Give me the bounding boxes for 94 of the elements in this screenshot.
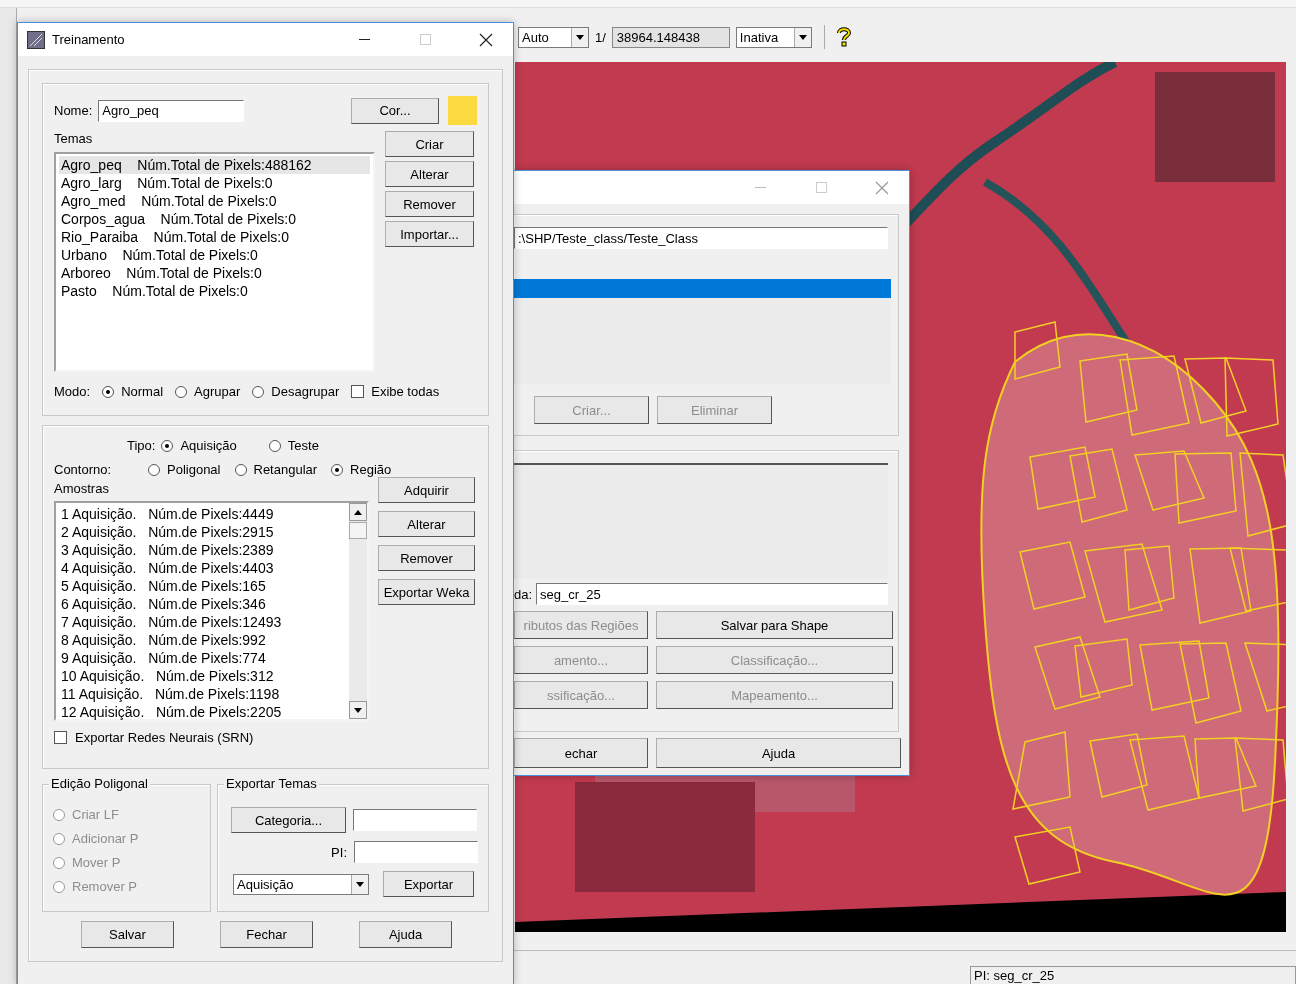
field-label: PI: <box>331 844 347 860</box>
list-item[interactable]: 11 Aquisição. Núm.de Pixels:1198 <box>59 685 344 703</box>
section-label: Amostras <box>54 481 110 496</box>
checkbox[interactable] <box>351 385 365 398</box>
radio-button[interactable] <box>161 439 174 452</box>
radio-label: Criar LF <box>72 807 119 822</box>
radio-label: Região <box>350 462 392 477</box>
radio-label: Mover P <box>72 855 121 870</box>
color-button[interactable]: Cor... <box>351 97 439 124</box>
radio-button[interactable] <box>252 385 265 398</box>
checkbox[interactable] <box>54 731 67 744</box>
radio-label: Teste <box>287 438 319 453</box>
field-label: Contorno: <box>54 462 113 477</box>
list-item[interactable]: Arboreo Núm.Total de Pixels:0 <box>59 264 370 282</box>
list-item[interactable]: 10 Aquisição. Núm.de Pixels:312 <box>59 667 344 685</box>
list-item[interactable]: Urbano Núm.Total de Pixels:0 <box>59 246 370 264</box>
radio-button[interactable] <box>331 463 344 476</box>
section-label: Temas <box>54 131 94 146</box>
pi-field[interactable] <box>354 841 478 863</box>
dialog-button[interactable]: Salvar para Shape <box>656 611 893 639</box>
scroll-thumb[interactable] <box>349 522 367 539</box>
list-item[interactable]: Pasto Núm.Total de Pixels:0 <box>59 282 370 300</box>
status-text: PI: seg_cr_25 <box>970 966 1296 984</box>
caret-icon <box>798 34 807 40</box>
path-field: :\SHP/Teste_class/Teste_Class <box>514 227 888 249</box>
checkbox-label: Exportar Redes Neurais (SRN) <box>75 730 254 745</box>
name-field[interactable]: Agro_peq <box>98 99 245 122</box>
field-label: Modo: <box>54 384 91 399</box>
category-field[interactable] <box>353 809 477 831</box>
help-icon[interactable] <box>836 27 851 47</box>
app-icon <box>27 30 45 49</box>
dialog-button[interactable]: Importar... <box>385 221 474 247</box>
field-label: Tipo: <box>127 438 156 453</box>
output-field: seg_cr_25 <box>536 583 888 605</box>
minimize-icon[interactable] <box>358 39 370 40</box>
dialog-button[interactable]: Criar <box>385 131 474 157</box>
page-label: 1/ <box>595 29 606 45</box>
dialog-button[interactable]: Alterar <box>378 511 475 537</box>
list-item[interactable]: Rio_Paraiba Núm.Total de Pixels:0 <box>59 228 370 246</box>
list-item[interactable]: 3 Aquisição. Núm.de Pixels:2389 <box>59 541 344 559</box>
close-icon[interactable] <box>479 32 493 47</box>
list-item[interactable]: Agro_med Núm.Total de Pixels:0 <box>59 192 370 210</box>
list-item[interactable]: 4 Aquisição. Núm.de Pixels:4403 <box>59 559 344 577</box>
radio-button[interactable] <box>102 385 115 398</box>
list-item[interactable]: Agro_larg Núm.Total de Pixels:0 <box>59 174 370 192</box>
list-item[interactable]: 12 Aquisição. Núm.de Pixels:2205 <box>59 703 344 721</box>
dialog-button[interactable]: Adquirir <box>378 477 475 503</box>
list-item[interactable]: Agro_peq Núm.Total de Pixels:488162 <box>59 156 370 174</box>
radio-button[interactable] <box>234 463 247 476</box>
field-label: da: <box>514 586 533 602</box>
zoom-select[interactable]: Auto <box>518 26 589 48</box>
radio-label: Desagrupar <box>271 384 340 399</box>
list-item[interactable]: 7 Aquisição. Núm.de Pixels:12493 <box>59 613 344 631</box>
radio-label: Agrupar <box>194 384 241 399</box>
dialog-button[interactable]: Alterar <box>385 161 474 187</box>
list-item[interactable]: 8 Aquisição. Núm.de Pixels:992 <box>59 631 344 649</box>
dialog-button[interactable]: Remover <box>385 191 474 217</box>
radio-button[interactable] <box>148 463 160 476</box>
dialog-button[interactable]: Salvar <box>81 921 174 948</box>
radio-label: Retangular <box>253 462 318 477</box>
list-item[interactable]: Corpos_agua Núm.Total de Pixels:0 <box>59 210 370 228</box>
radio-label: Poligonal <box>167 462 221 477</box>
scale-field: 38964.148438 <box>611 26 730 48</box>
caret-icon <box>576 34 584 40</box>
dialog-button[interactable]: echar <box>514 738 648 768</box>
radio-button[interactable] <box>175 385 188 398</box>
radio-label: Normal <box>121 384 164 399</box>
dialog-button[interactable]: Ajuda <box>359 921 452 948</box>
field-label: Nome: <box>54 103 93 118</box>
list-item[interactable]: 9 Aquisição. Núm.de Pixels:774 <box>59 649 344 667</box>
window-title: Treinamento <box>52 32 126 47</box>
list-item[interactable]: 1 Aquisição. Núm.de Pixels:4449 <box>59 505 344 523</box>
radio-button[interactable] <box>268 439 281 452</box>
group-title: Edição Poligonal <box>49 776 150 791</box>
mode-select[interactable]: Inativa <box>735 26 812 48</box>
scroll-up-icon[interactable] <box>354 509 362 515</box>
group-title: Exportar Temas <box>224 776 319 791</box>
radio-label: Aquisição <box>180 438 237 453</box>
dialog-button[interactable]: Fechar <box>220 921 313 948</box>
list-item[interactable]: 6 Aquisição. Núm.de Pixels:346 <box>59 595 344 613</box>
list-item[interactable]: 2 Aquisição. Núm.de Pixels:2915 <box>59 523 344 541</box>
checkbox-label: Exibe todas <box>371 384 440 399</box>
radio-label: Remover P <box>72 879 138 894</box>
radio-label: Adicionar P <box>72 831 139 846</box>
scroll-down-icon[interactable] <box>354 707 362 713</box>
type-select[interactable]: Aquisição <box>233 873 369 895</box>
scrollbar[interactable] <box>349 503 367 719</box>
dialog-button[interactable]: Ajuda <box>656 738 901 768</box>
dialog-button[interactable]: Remover <box>378 545 475 571</box>
export-button[interactable]: Exportar <box>383 871 474 897</box>
dialog-button[interactable]: Exportar Weka <box>378 579 475 605</box>
category-button[interactable]: Categoria... <box>231 807 346 833</box>
list-item[interactable]: 5 Aquisição. Núm.de Pixels:165 <box>59 577 344 595</box>
caret-icon <box>356 881 364 887</box>
